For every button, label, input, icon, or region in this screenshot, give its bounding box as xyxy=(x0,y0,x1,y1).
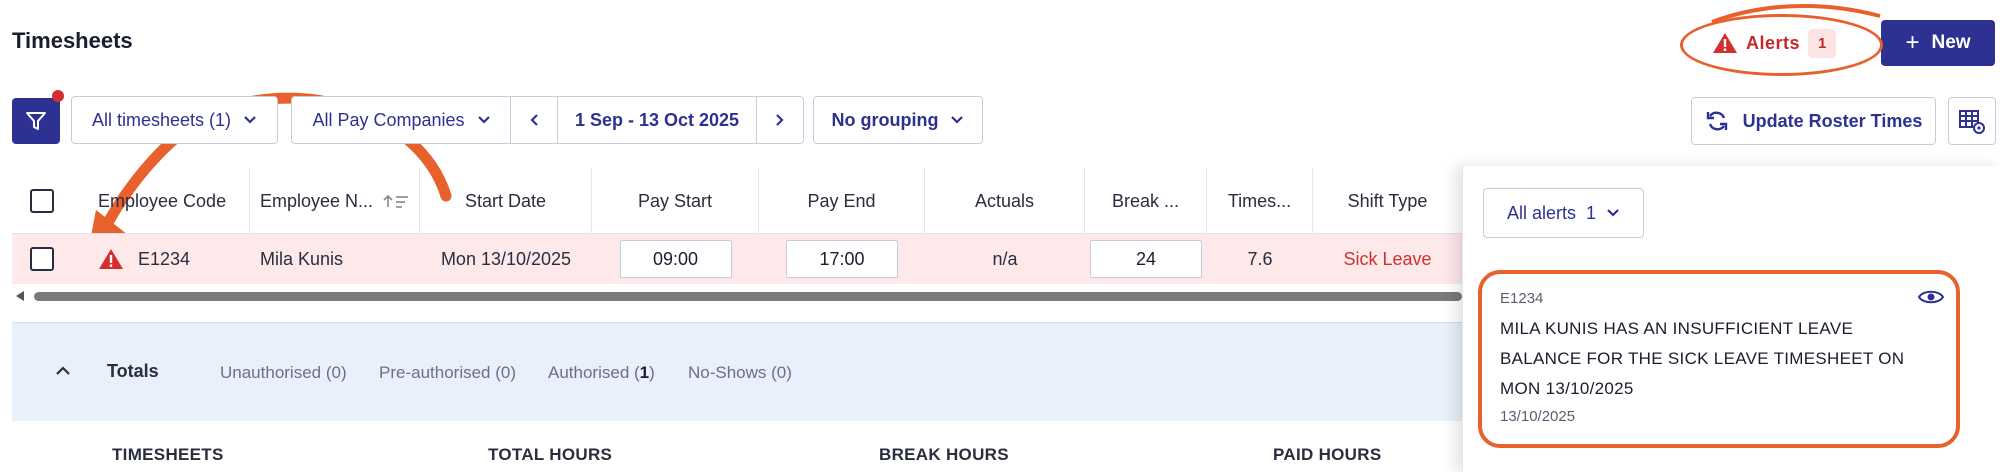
alert-card[interactable]: E1234 MILA KUNIS HAS AN INSUFFICIENT LEA… xyxy=(1478,270,1960,448)
totals-col-paid-hours: PAID HOURS xyxy=(1273,445,1382,464)
horizontal-scrollbar[interactable] xyxy=(12,290,1462,302)
scrollbar-thumb[interactable] xyxy=(34,292,1462,301)
row-checkbox[interactable] xyxy=(30,247,54,271)
alerts-filter-label: All alerts xyxy=(1506,202,1576,223)
alert-message: MILA KUNIS HAS AN INSUFFICIENT LEAVE BAL… xyxy=(1500,319,1905,398)
warning-icon xyxy=(99,249,123,269)
timesheet-hours-cell: 7.6 xyxy=(1247,248,1273,269)
filter-active-dot xyxy=(52,90,64,102)
totals-col-break-hours: BREAK HOURS xyxy=(879,445,1009,464)
filter-icon xyxy=(26,112,46,130)
table-header: Employee Code Employee N... Start Date P… xyxy=(12,168,1462,234)
timesheets-filter-dropdown[interactable]: All timesheets (1) xyxy=(71,96,278,144)
update-roster-label: Update Roster Times xyxy=(1742,110,1923,131)
chevron-up-icon[interactable] xyxy=(54,363,72,377)
refresh-icon xyxy=(1706,111,1727,131)
totals-tab-preauthorised[interactable]: Pre-authorised (0) xyxy=(379,363,516,383)
break-cell: 24 xyxy=(1085,234,1207,284)
column-employee-name[interactable]: Employee N... xyxy=(250,168,420,234)
alerts-filter-count: 1 xyxy=(1586,202,1597,223)
pay-end-input[interactable]: 17:00 xyxy=(786,240,898,278)
chevron-right-icon xyxy=(776,114,784,126)
totals-section: Totals Unauthorised (0) Pre-authorised (… xyxy=(12,322,1462,472)
employee-code-cell: E1234 xyxy=(88,234,250,284)
date-next-button[interactable] xyxy=(756,96,804,144)
date-range-label: 1 Sep - 13 Oct 2025 xyxy=(574,109,740,130)
column-pay-start[interactable]: Pay Start xyxy=(592,168,759,234)
chevron-down-icon xyxy=(1607,209,1619,217)
column-break[interactable]: Break ... xyxy=(1085,168,1207,234)
chevron-left-icon xyxy=(530,114,538,126)
new-button[interactable]: + New xyxy=(1881,20,1995,66)
pay-start-cell: 09:00 xyxy=(592,234,759,284)
column-actuals[interactable]: Actuals xyxy=(925,168,1085,234)
totals-tab-unauthorised[interactable]: Unauthorised (0) xyxy=(220,363,347,383)
totals-tab-authorised[interactable]: Authorised (1) xyxy=(548,363,655,383)
date-prev-button[interactable] xyxy=(510,96,558,144)
column-pay-end[interactable]: Pay End xyxy=(759,168,925,234)
totals-body: TIMESHEETS TOTAL HOURS BREAK HOURS PAID … xyxy=(12,421,1462,472)
warning-icon xyxy=(1713,33,1737,53)
totals-title: Totals xyxy=(107,361,159,381)
employee-name-cell: Mila Kunis xyxy=(260,248,344,269)
totals-col-timesheets: TIMESHEETS xyxy=(112,445,224,464)
break-input[interactable]: 24 xyxy=(1090,240,1202,278)
totals-col-total-hours: TOTAL HOURS xyxy=(488,445,613,464)
alerts-count-badge: 1 xyxy=(1808,28,1837,58)
filter-button[interactable] xyxy=(12,98,60,144)
scroll-left-arrow[interactable] xyxy=(16,291,24,301)
column-employee-code[interactable]: Employee Code xyxy=(88,168,250,234)
actuals-cell: n/a xyxy=(992,248,1018,269)
plus-icon: + xyxy=(1905,29,1920,56)
column-shift-type[interactable]: Shift Type xyxy=(1313,168,1462,234)
shift-type-cell: Sick Leave xyxy=(1343,248,1432,269)
alerts-button[interactable]: Alerts 1 xyxy=(1712,25,1837,61)
start-date-cell: Mon 13/10/2025 xyxy=(440,248,572,269)
totals-tab-noshows[interactable]: No-Shows (0) xyxy=(688,363,792,383)
row-select-cell xyxy=(12,234,72,284)
pay-end-cell: 17:00 xyxy=(759,234,925,284)
grid-settings-icon xyxy=(1959,110,1985,134)
timesheets-filter-label: All timesheets (1) xyxy=(91,109,232,130)
date-range-picker[interactable]: 1 Sep - 13 Oct 2025 xyxy=(557,96,757,144)
select-all-checkbox[interactable] xyxy=(30,189,54,213)
chevron-down-icon xyxy=(951,116,964,124)
alert-employee-code: E1234 xyxy=(1500,290,1544,307)
new-button-label: New xyxy=(1931,32,1971,53)
alert-date: 13/10/2025 xyxy=(1500,408,1576,425)
select-all-cell xyxy=(12,168,72,234)
table-row[interactable]: E1234 Mila Kunis Mon 13/10/2025 09:00 17… xyxy=(12,234,1462,284)
pay-companies-dropdown[interactable]: All Pay Companies xyxy=(291,96,511,144)
pay-start-input[interactable]: 09:00 xyxy=(619,240,732,278)
alerts-label: Alerts xyxy=(1746,32,1801,53)
alerts-panel: All alerts 1 E1234 MILA KUNIS HAS AN INS… xyxy=(1462,166,2000,472)
chevron-down-icon xyxy=(477,116,490,124)
pay-companies-label: All Pay Companies xyxy=(312,109,465,130)
grouping-dropdown[interactable]: No grouping xyxy=(813,96,983,144)
eye-icon[interactable] xyxy=(1918,288,1944,306)
update-roster-times-button[interactable]: Update Roster Times xyxy=(1691,97,1936,145)
alerts-filter-dropdown[interactable]: All alerts 1 xyxy=(1483,188,1644,238)
column-start-date[interactable]: Start Date xyxy=(420,168,592,234)
column-timesheet-hours[interactable]: Times... xyxy=(1207,168,1313,234)
grouping-label: No grouping xyxy=(831,109,939,130)
sort-icon xyxy=(383,194,409,208)
page-title: Timesheets xyxy=(12,28,133,53)
column-settings-button[interactable] xyxy=(1948,97,1996,145)
chevron-down-icon xyxy=(244,116,256,124)
